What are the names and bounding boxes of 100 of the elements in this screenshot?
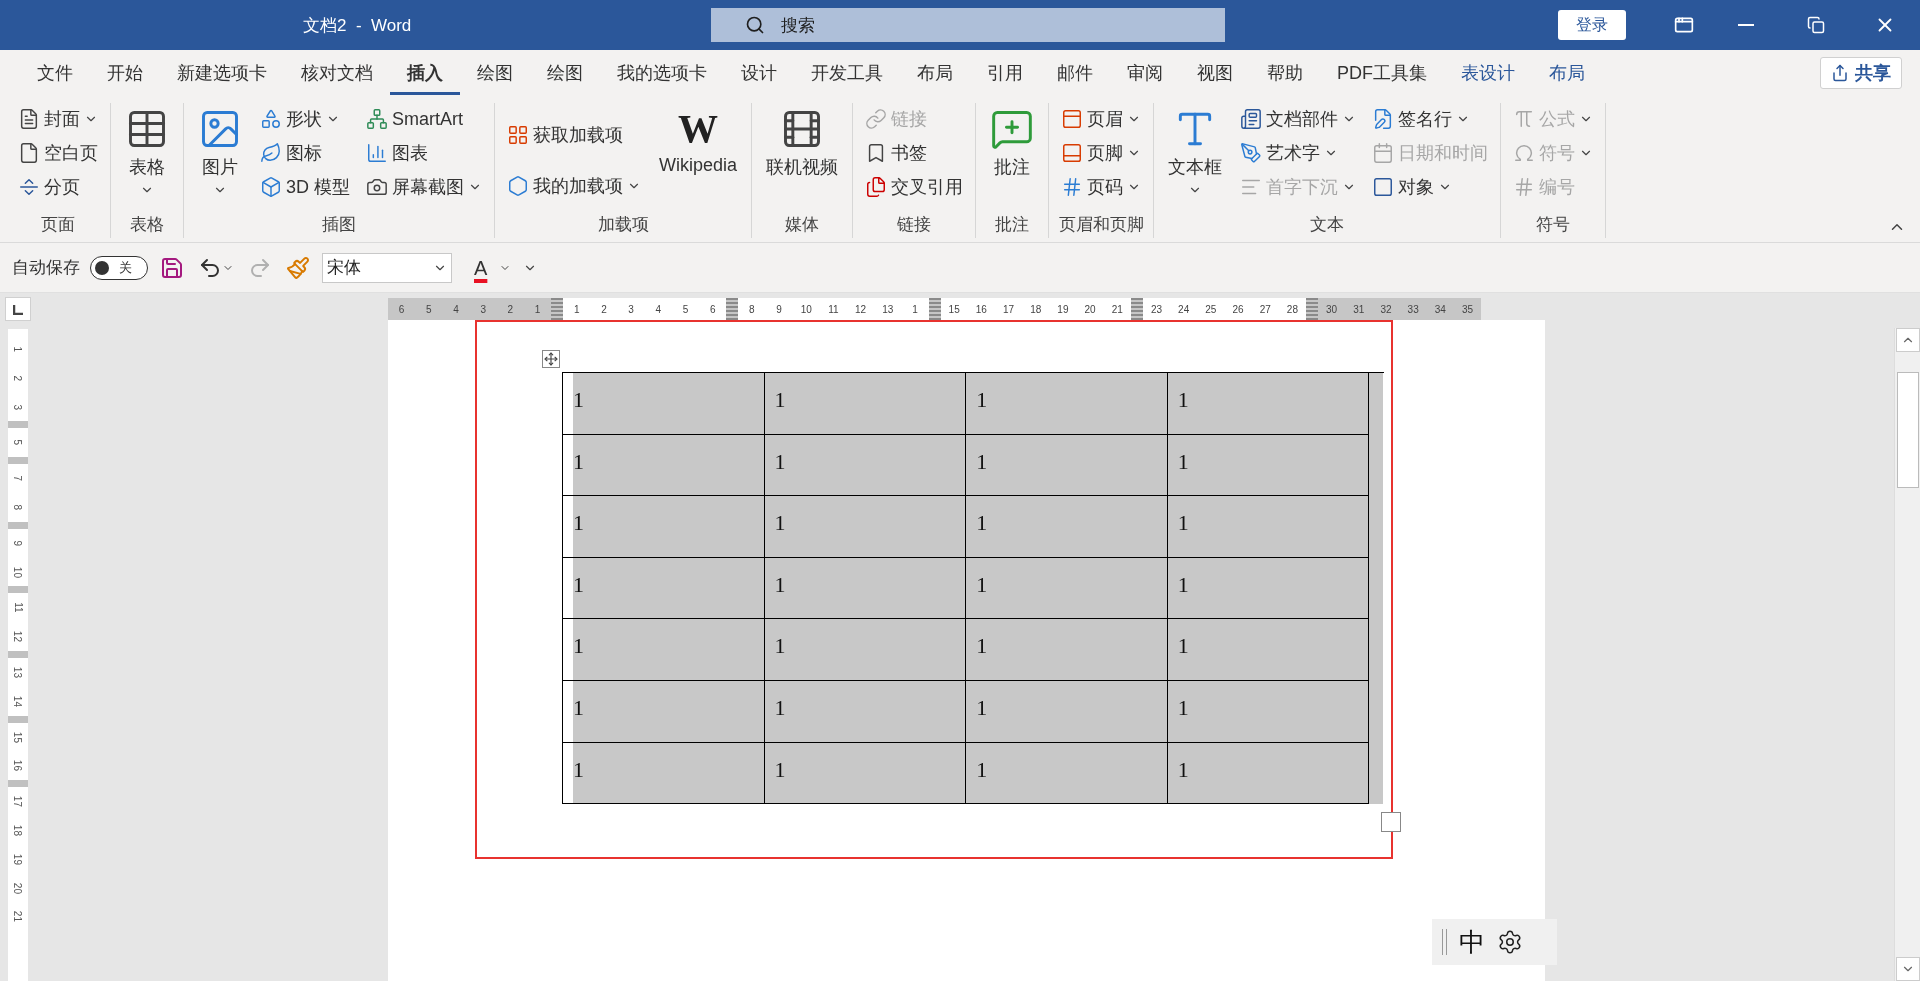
- ribbon-button[interactable]: 签名行: [1368, 103, 1493, 135]
- ribbon-button[interactable]: 文档部件: [1236, 103, 1361, 135]
- camera-icon: [366, 176, 388, 198]
- ribbon-tab[interactable]: 插入: [390, 50, 460, 95]
- table-cell: 1: [763, 496, 966, 558]
- ribbon-tab[interactable]: 新建选项卡: [160, 50, 284, 95]
- ribbon-tab[interactable]: 文件: [20, 50, 90, 95]
- table-move-handle[interactable]: [542, 350, 560, 368]
- group-label: 表格: [129, 214, 165, 236]
- ribbon-tab[interactable]: 我的选项卡: [600, 50, 724, 95]
- ruler-number: 21: [1103, 298, 1131, 320]
- ribbon-button[interactable]: 图标: [256, 137, 354, 169]
- table-cell: 1: [965, 434, 1167, 497]
- ribbon-button[interactable]: 交叉引用: [861, 171, 968, 203]
- ruler-marker[interactable]: [8, 780, 28, 788]
- ruler-number: 32: [1372, 298, 1400, 320]
- ribbon-tab[interactable]: 绘图: [530, 50, 600, 95]
- ruler-marker[interactable]: [8, 715, 28, 723]
- table-cell: 1: [763, 434, 966, 497]
- ribbon-tab[interactable]: 引用: [970, 50, 1040, 95]
- ribbon-tab[interactable]: 邮件: [1040, 50, 1110, 95]
- table-cell: 1: [1166, 619, 1369, 681]
- ribbon-button[interactable]: 分页: [14, 171, 102, 203]
- ribbon-button[interactable]: 图表: [362, 137, 486, 169]
- search-placeholder: 搜索: [780, 14, 815, 37]
- ribbon-button[interactable]: 屏幕截图: [362, 171, 486, 203]
- ruler-number: 6: [388, 298, 416, 320]
- ribbon-button[interactable]: SmartArt: [362, 103, 486, 135]
- ribbon-tab[interactable]: 核对文档: [284, 50, 390, 95]
- tab-stop-button[interactable]: [5, 297, 31, 321]
- table-resize-handle[interactable]: [1381, 812, 1401, 832]
- ribbon-button[interactable]: W Wikipedia: [653, 103, 744, 212]
- font-select[interactable]: 宋体: [322, 252, 452, 283]
- ruler-number: 1: [901, 298, 929, 320]
- ribbon-tab[interactable]: 布局: [900, 50, 970, 95]
- ruler-number: 18: [11, 824, 25, 836]
- autosave-toggle[interactable]: 关: [90, 255, 148, 280]
- ruler-number: 8: [11, 504, 25, 511]
- ribbon-button[interactable]: 对象: [1368, 171, 1493, 203]
- ruler-marker[interactable]: [8, 421, 28, 429]
- settings-icon[interactable]: [1497, 929, 1523, 955]
- scroll-thumb[interactable]: [1896, 372, 1919, 488]
- ribbon-tab[interactable]: 表设计: [1444, 50, 1532, 95]
- ribbon-button[interactable]: 封面: [14, 103, 102, 135]
- ribbon-button[interactable]: 联机视频: [760, 103, 845, 212]
- ribbon-button[interactable]: 3D 模型: [256, 171, 354, 203]
- ruler-marker[interactable]: [8, 650, 28, 658]
- ribbon-tab[interactable]: PDF工具集: [1320, 50, 1444, 95]
- table-cell: 1: [763, 742, 966, 805]
- table-cell: 1: [763, 373, 966, 435]
- ruler-number: 8: [738, 298, 766, 320]
- ruler-number: 3: [617, 298, 645, 320]
- table-cell: 1: [965, 619, 1167, 681]
- font-color-button[interactable]: A: [472, 257, 490, 278]
- ruler-number: 5: [415, 298, 443, 320]
- ribbon-tab[interactable]: 设计: [724, 50, 794, 95]
- input-mode-button[interactable]: 中: [1459, 924, 1485, 960]
- ribbon-tab[interactable]: 视图: [1180, 50, 1250, 95]
- ribbon-tab[interactable]: 布局: [1532, 50, 1602, 95]
- ribbon-display-icon: [1673, 15, 1694, 35]
- ribbon-tab[interactable]: 开始: [90, 50, 160, 95]
- ribbon-tab[interactable]: 审阅: [1110, 50, 1180, 95]
- ribbon-button[interactable]: 批注: [984, 103, 1041, 212]
- column-marker[interactable]: [1306, 298, 1318, 320]
- ribbon-button[interactable]: 获取加载项: [503, 118, 645, 151]
- ruler-number: 27: [1251, 298, 1279, 320]
- scrollbar[interactable]: [1894, 328, 1920, 981]
- ribbon-button[interactable]: 形状: [256, 103, 354, 135]
- ruler-marker[interactable]: [8, 457, 28, 465]
- ribbon-tab[interactable]: 开发工具: [794, 50, 900, 95]
- ribbon-button[interactable]: 表格: [119, 103, 175, 212]
- move-icon: [544, 352, 558, 366]
- table-cell: 1: [965, 680, 1167, 743]
- ribbon-tab[interactable]: 绘图: [460, 50, 530, 95]
- ribbon-button[interactable]: 页码: [1057, 171, 1146, 203]
- search-field[interactable]: 搜索: [710, 8, 1226, 42]
- ribbon-button[interactable]: 艺术字: [1236, 137, 1361, 169]
- table-cell: 1: [763, 680, 966, 743]
- ruler-number: 35: [1453, 298, 1482, 320]
- column-marker[interactable]: [551, 298, 564, 320]
- ribbon-button[interactable]: 书签: [861, 137, 968, 169]
- ribbon-button[interactable]: 图片: [192, 103, 248, 212]
- column-marker[interactable]: [726, 298, 739, 320]
- grid-icon: [507, 123, 529, 146]
- ribbon-button[interactable]: 页脚: [1057, 137, 1146, 169]
- ribbon-button[interactable]: 我的加载项: [503, 170, 645, 203]
- frame-icon: [1372, 176, 1395, 198]
- ruler-number: 1: [523, 298, 552, 320]
- header-icon: [1061, 108, 1084, 130]
- ribbon-button[interactable]: 页眉: [1057, 103, 1146, 135]
- minimize-icon: [1738, 24, 1755, 26]
- ruler-number: 19: [1049, 298, 1077, 320]
- ruler-marker[interactable]: [8, 521, 28, 529]
- ribbon-button[interactable]: 文本框: [1162, 103, 1229, 212]
- ribbon-button[interactable]: 空白页: [14, 137, 102, 169]
- ribbon-tab[interactable]: 帮助: [1250, 50, 1320, 95]
- share-button[interactable]: 共享: [1820, 56, 1902, 89]
- ruler-marker[interactable]: [8, 586, 28, 594]
- login-button[interactable]: 登录: [1558, 10, 1626, 40]
- ruler-number: 26: [1224, 298, 1252, 320]
